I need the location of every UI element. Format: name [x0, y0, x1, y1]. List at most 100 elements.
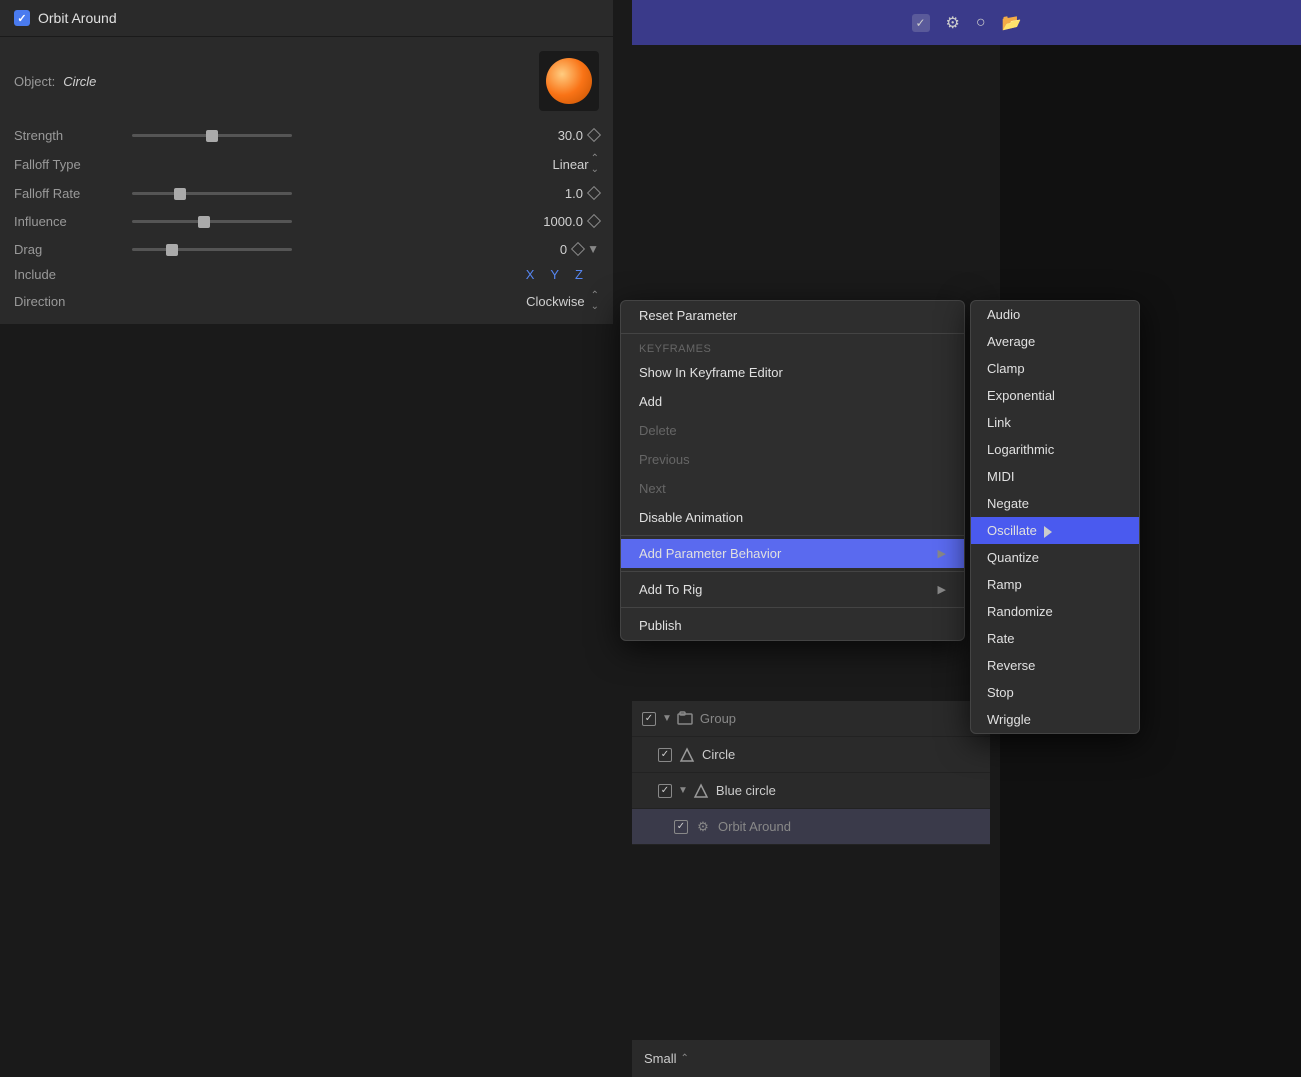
include-x[interactable]: X: [526, 267, 535, 282]
blue-circle-shape-icon: [692, 782, 710, 800]
falloff-rate-row: Falloff Rate 1.0: [0, 179, 613, 207]
submenu-wriggle[interactable]: Wriggle: [971, 706, 1139, 733]
drag-track: [132, 248, 292, 251]
group-checkbox[interactable]: [642, 712, 656, 726]
submenu-randomize[interactable]: Randomize: [971, 598, 1139, 625]
submenu-midi[interactable]: MIDI: [971, 463, 1139, 490]
orbit-checkbox[interactable]: [674, 820, 688, 834]
show-keyframe-editor-item[interactable]: Show In Keyframe Editor: [621, 358, 964, 387]
menu-divider-1: [621, 333, 964, 334]
object-name: Circle: [63, 74, 539, 89]
folder-icon[interactable]: 📂: [1002, 13, 1022, 33]
previous-keyframe-item: Previous: [621, 445, 964, 474]
submenu-clamp[interactable]: Clamp: [971, 355, 1139, 382]
size-stepper[interactable]: ⌃: [681, 1053, 689, 1064]
submenu-stop[interactable]: Stop: [971, 679, 1139, 706]
drag-slider[interactable]: [132, 248, 504, 251]
group-icon: [676, 710, 694, 728]
submenu-exponential[interactable]: Exponential: [971, 382, 1139, 409]
strength-keyframe-icon[interactable]: [587, 128, 601, 142]
keyframes-section-label: KEYFRAMES: [621, 337, 964, 358]
submenu-link[interactable]: Link: [971, 409, 1139, 436]
context-menu: Reset Parameter KEYFRAMES Show In Keyfra…: [620, 300, 965, 641]
gear-icon[interactable]: ⚙: [946, 13, 960, 33]
blue-circle-arrow: ▼: [678, 785, 688, 796]
direction-row: Direction Clockwise ⌃⌄: [0, 286, 613, 316]
circle-preview[interactable]: [539, 51, 599, 111]
layer-row-circle[interactable]: Circle: [632, 737, 990, 773]
add-param-behavior-arrow: ▶: [938, 547, 946, 560]
top-bar-check-icon: ✓: [916, 16, 926, 30]
blue-circle-checkbox[interactable]: [658, 784, 672, 798]
drag-thumb[interactable]: [166, 244, 178, 256]
circle-icon[interactable]: ○: [976, 14, 986, 32]
layer-row-blue-circle[interactable]: ▼ Blue circle: [632, 773, 990, 809]
enabled-checkbox[interactable]: [14, 10, 30, 26]
add-param-behavior-item[interactable]: Add Parameter Behavior ▶: [621, 539, 964, 568]
falloff-rate-thumb[interactable]: [174, 188, 186, 200]
size-selector[interactable]: Small ⌃: [644, 1051, 689, 1066]
reset-parameter-item[interactable]: Reset Parameter: [621, 301, 964, 330]
bottom-bar: Small ⌃: [632, 1039, 990, 1077]
group-arrow: ▼: [662, 713, 672, 724]
drag-row: Drag 0 ▼: [0, 235, 613, 263]
submenu-audio[interactable]: Audio: [971, 301, 1139, 328]
object-label: Object:: [14, 74, 55, 89]
add-to-rig-label: Add To Rig: [639, 582, 702, 597]
influence-keyframe-icon[interactable]: [587, 214, 601, 228]
add-param-behavior-label: Add Parameter Behavior: [639, 546, 781, 561]
submenu-negate[interactable]: Negate: [971, 490, 1139, 517]
influence-track: [132, 220, 292, 223]
panel-title: Orbit Around: [38, 10, 117, 26]
falloff-rate-keyframe-icon[interactable]: [587, 186, 601, 200]
falloff-type-value: Linear: [124, 157, 589, 172]
submenu-ramp[interactable]: Ramp: [971, 571, 1139, 598]
falloff-rate-label: Falloff Rate: [14, 186, 124, 201]
add-keyframe-item[interactable]: Add: [621, 387, 964, 416]
submenu-oscillate[interactable]: Oscillate: [971, 517, 1139, 544]
strength-track: [132, 134, 292, 137]
influence-label: Influence: [14, 214, 124, 229]
layer-row-orbit-around[interactable]: ⚙ Orbit Around: [632, 809, 990, 845]
influence-slider[interactable]: [132, 220, 520, 223]
falloff-type-stepper[interactable]: ⌃⌄: [591, 153, 599, 175]
include-z[interactable]: Z: [575, 267, 583, 282]
include-row: Include X Y Z: [0, 263, 613, 286]
top-bar-checkbox[interactable]: ✓: [912, 14, 930, 32]
menu-divider-3: [621, 571, 964, 572]
submenu: Audio Average Clamp Exponential Link Log…: [970, 300, 1140, 734]
orbit-gear-icon: ⚙: [694, 818, 712, 836]
publish-item[interactable]: Publish: [621, 611, 964, 640]
panel-rows: Object: Circle Strength 30.0 Falloff Typ…: [0, 37, 613, 324]
drag-keyframe-icon[interactable]: [571, 242, 585, 256]
layer-row-group[interactable]: ▼ Group: [632, 701, 990, 737]
top-bar: ✓ ⚙ ○ 📂: [632, 0, 1301, 45]
submenu-logarithmic[interactable]: Logarithmic: [971, 436, 1139, 463]
submenu-reverse[interactable]: Reverse: [971, 652, 1139, 679]
drag-expand-icon[interactable]: ▼: [587, 242, 599, 256]
influence-thumb[interactable]: [198, 216, 210, 228]
strength-thumb[interactable]: [206, 130, 218, 142]
add-to-rig-item[interactable]: Add To Rig ▶: [621, 575, 964, 604]
menu-divider-4: [621, 607, 964, 608]
circle-thumbnail: [546, 58, 592, 104]
falloff-rate-slider[interactable]: [132, 192, 520, 195]
submenu-rate[interactable]: Rate: [971, 625, 1139, 652]
circle-checkbox[interactable]: [658, 748, 672, 762]
panel-header: Orbit Around: [0, 0, 613, 37]
delete-keyframe-item: Delete: [621, 416, 964, 445]
drag-value: 0: [512, 242, 567, 257]
left-panel: Orbit Around Object: Circle Strength 30.…: [0, 0, 614, 324]
direction-label: Direction: [14, 294, 124, 309]
include-y[interactable]: Y: [550, 267, 559, 282]
menu-divider-2: [621, 535, 964, 536]
strength-slider[interactable]: [132, 134, 520, 137]
object-row: Object: Circle: [0, 45, 613, 121]
influence-row: Influence 1000.0: [0, 207, 613, 235]
strength-label: Strength: [14, 128, 124, 143]
disable-animation-item[interactable]: Disable Animation: [621, 503, 964, 532]
direction-stepper[interactable]: ⌃⌄: [591, 290, 599, 312]
submenu-quantize[interactable]: Quantize: [971, 544, 1139, 571]
submenu-average[interactable]: Average: [971, 328, 1139, 355]
group-name: Group: [700, 711, 736, 726]
